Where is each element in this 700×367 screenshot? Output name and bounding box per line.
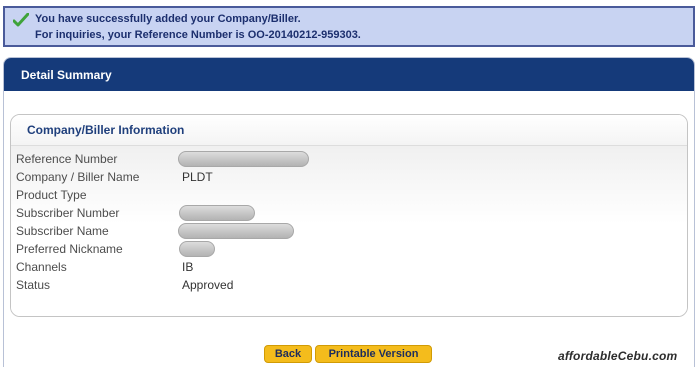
detail-row-subscriber-number: Subscriber Number bbox=[11, 204, 687, 222]
success-message-text: You have successfully added your Company… bbox=[35, 13, 301, 25]
redacted-value bbox=[178, 151, 309, 167]
detail-row-product-type: Product Type bbox=[11, 186, 687, 204]
detail-row-status: Status Approved bbox=[11, 276, 687, 294]
detail-value: IB bbox=[182, 260, 194, 274]
site-watermark: affordableCebu.com bbox=[558, 349, 678, 363]
reference-number-message: For inquiries, your Reference Number is … bbox=[35, 29, 361, 41]
redacted-value bbox=[179, 241, 215, 257]
detail-label: Product Type bbox=[16, 188, 87, 202]
printable-version-button[interactable]: Printable Version bbox=[315, 345, 432, 363]
detail-summary-panel: Detail Summary Company/Biller Informatio… bbox=[3, 57, 695, 367]
detail-label: Subscriber Number bbox=[16, 206, 120, 220]
success-message-banner: You have successfully added your Company… bbox=[3, 6, 695, 47]
detail-label: Reference Number bbox=[16, 152, 118, 166]
detail-label: Status bbox=[16, 278, 51, 292]
detail-row-reference-number: Reference Number bbox=[11, 150, 687, 168]
detail-summary-title: Detail Summary bbox=[4, 58, 694, 91]
detail-value: PLDT bbox=[182, 170, 213, 184]
back-button[interactable]: Back bbox=[264, 345, 312, 363]
detail-row-subscriber-name: Subscriber Name bbox=[11, 222, 687, 240]
detail-label: Channels bbox=[16, 260, 67, 274]
detail-row-channels: Channels IB bbox=[11, 258, 687, 276]
detail-label: Subscriber Name bbox=[16, 224, 109, 238]
detail-row-preferred-nickname: Preferred Nickname bbox=[11, 240, 687, 258]
redacted-value bbox=[179, 205, 255, 221]
company-biller-details: Reference Number Company / Biller Name P… bbox=[11, 146, 687, 316]
checkmark-icon bbox=[13, 13, 29, 27]
company-biller-info-box: Company/Biller Information Reference Num… bbox=[10, 114, 688, 317]
company-biller-info-title: Company/Biller Information bbox=[11, 115, 687, 146]
detail-row-company-biller-name: Company / Biller Name PLDT bbox=[11, 168, 687, 186]
redacted-value bbox=[178, 223, 294, 239]
detail-label: Preferred Nickname bbox=[16, 242, 123, 256]
detail-label: Company / Biller Name bbox=[16, 170, 140, 184]
detail-value: Approved bbox=[182, 278, 234, 292]
